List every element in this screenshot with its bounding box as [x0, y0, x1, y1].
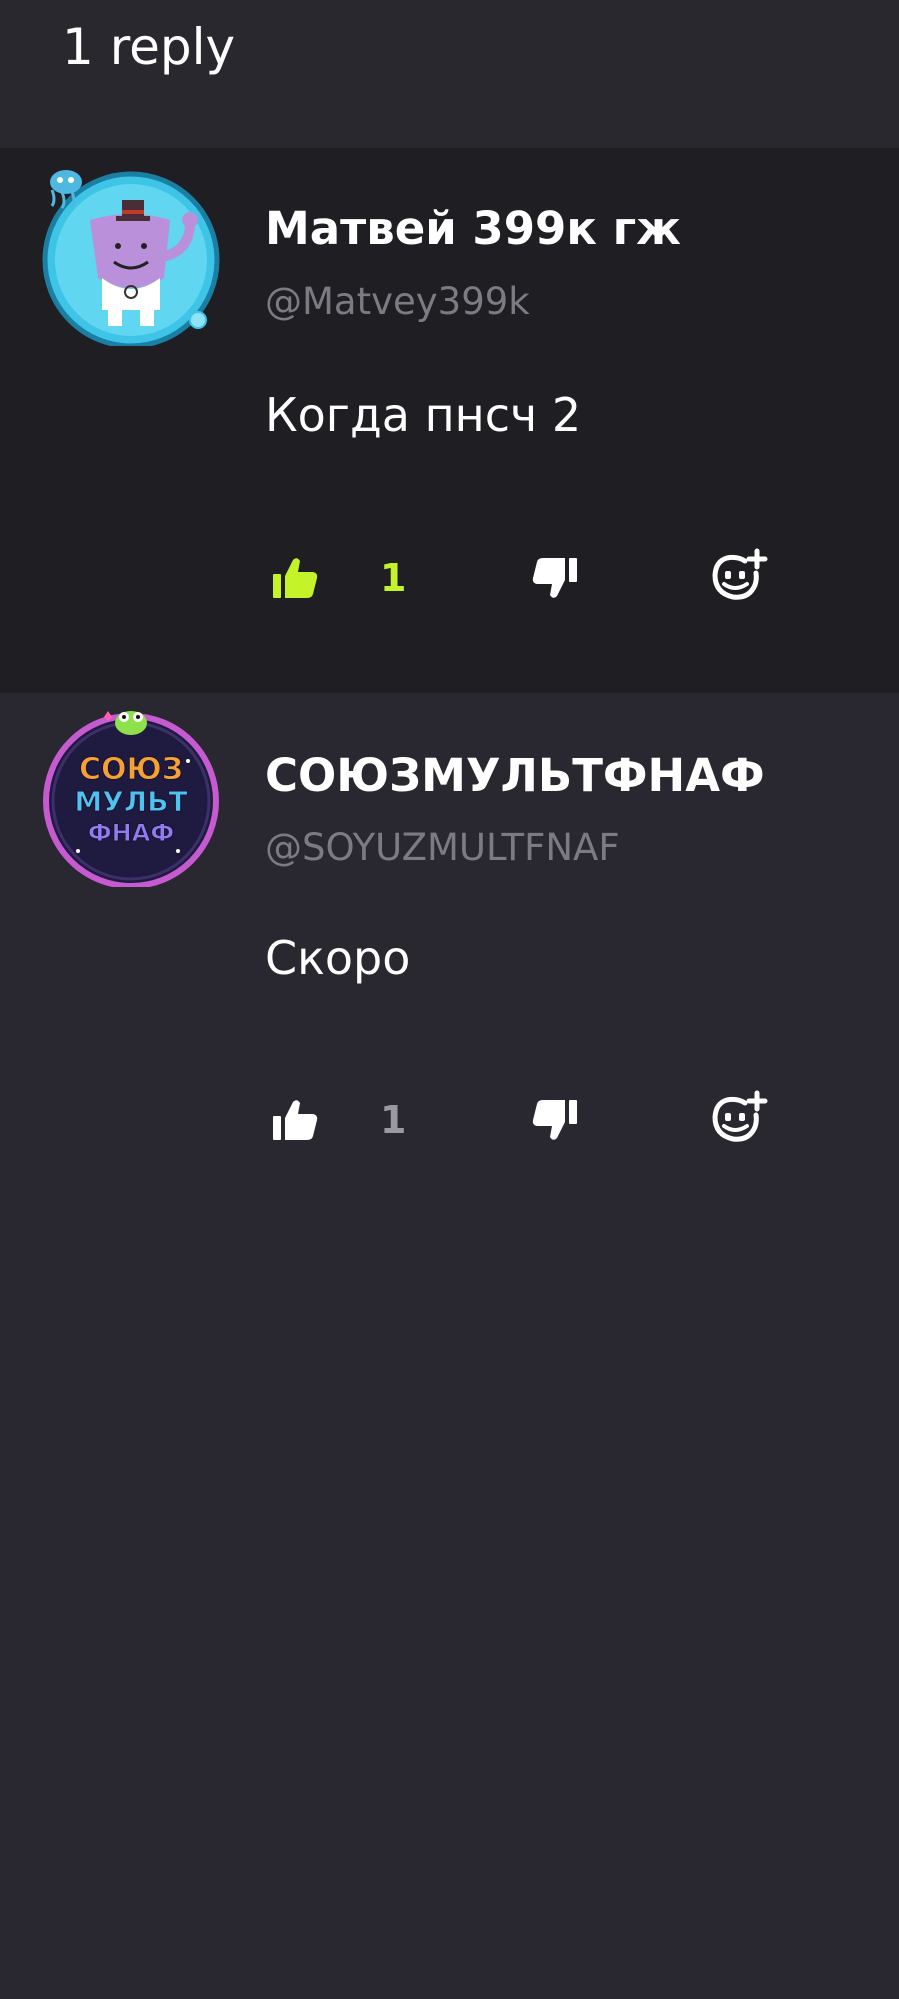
- thumbs-down-icon: [532, 558, 577, 598]
- comment-item: Матвей 399к гж @Matvey399k Когда пнсч 2 …: [0, 148, 899, 693]
- comment-author-name[interactable]: Матвей 399к гж: [265, 202, 681, 255]
- monster-character-avatar-icon[interactable]: [38, 160, 224, 349]
- comment-text: Когда пнсч 2: [265, 388, 582, 442]
- reply-author-handle[interactable]: @SOYUZMULTFNAF: [265, 826, 620, 869]
- thumbs-up-icon: [273, 1100, 318, 1140]
- like-count: 1: [380, 1098, 407, 1142]
- like-count: 1: [380, 556, 407, 600]
- reply-item: СОЮЗ МУЛЬТ ФНАФ СОЮЗМУЛЬТФНАФ @SOYUZMULT…: [0, 693, 899, 1193]
- add-emoji-reaction-icon: [712, 548, 768, 600]
- replies-header: 1 reply: [0, 0, 899, 150]
- reply-actions: 1: [265, 1085, 825, 1155]
- add-reaction-button[interactable]: [705, 1085, 775, 1155]
- dislike-button[interactable]: [525, 1085, 585, 1155]
- reply-text: Скоро: [265, 931, 411, 985]
- thumbs-down-icon: [532, 1100, 577, 1140]
- add-reaction-button[interactable]: [705, 543, 775, 613]
- svg-text:ФНАФ: ФНАФ: [88, 819, 174, 847]
- replies-count-title: 1 reply: [62, 18, 236, 76]
- soyuzmultfnaf-logo-avatar-icon[interactable]: СОЮЗ МУЛЬТ ФНАФ: [38, 701, 224, 889]
- svg-text:МУЛЬТ: МУЛЬТ: [74, 785, 187, 818]
- comment-author-handle[interactable]: @Matvey399k: [265, 280, 530, 323]
- like-button[interactable]: [265, 543, 325, 613]
- dislike-button[interactable]: [525, 543, 585, 613]
- like-button[interactable]: [265, 1085, 325, 1155]
- svg-text:СОЮЗ: СОЮЗ: [79, 752, 183, 787]
- add-emoji-reaction-icon: [712, 1090, 768, 1142]
- comment-actions: 1: [265, 543, 825, 613]
- reply-author-name[interactable]: СОЮЗМУЛЬТФНАФ: [265, 749, 765, 802]
- thumbs-up-icon: [273, 558, 318, 598]
